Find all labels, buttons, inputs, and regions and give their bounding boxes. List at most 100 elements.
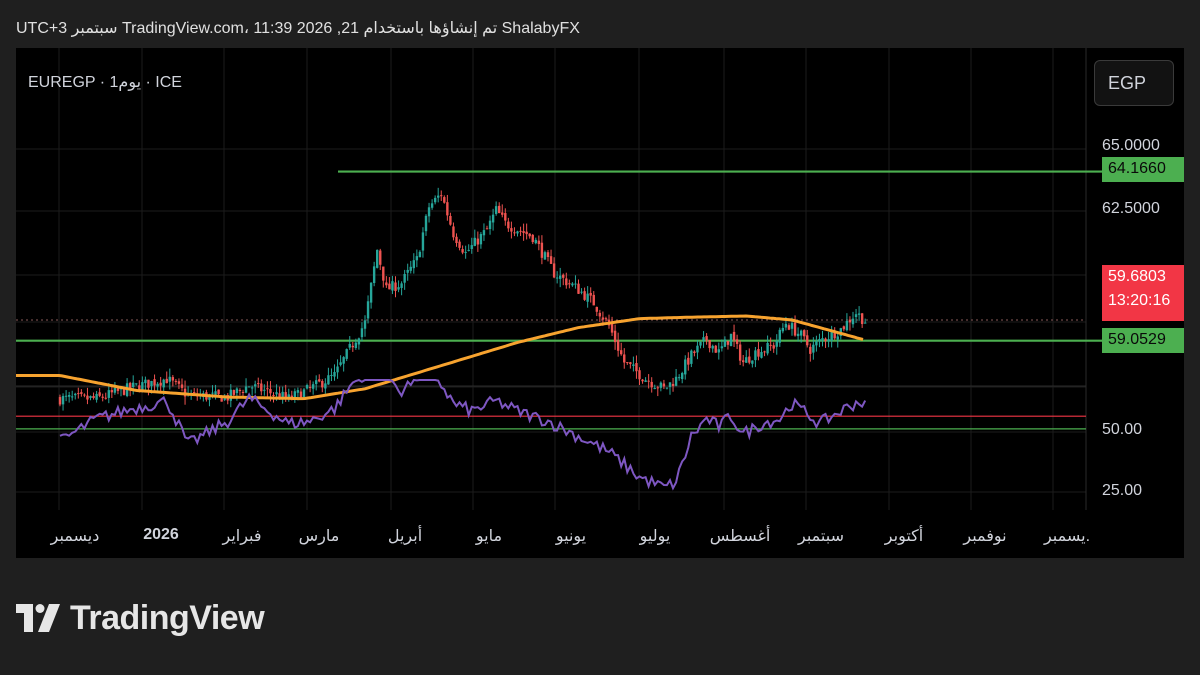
candle-up <box>717 349 720 353</box>
candle-down <box>671 383 675 387</box>
horizontal-levels <box>16 170 1102 342</box>
time-tick-september: سبتمبر <box>798 528 844 545</box>
candle-down <box>552 263 556 278</box>
candle-down <box>394 282 397 291</box>
current-price-tag: 59.6803 13:20:16 <box>1102 265 1184 321</box>
candle-down <box>793 322 797 336</box>
low-level-price-tag: 59.0529 <box>1102 328 1184 353</box>
candle-up <box>815 341 818 346</box>
candle-down <box>153 379 156 386</box>
candle-up <box>433 197 437 203</box>
candle-up <box>424 215 428 232</box>
candle-up <box>574 283 577 285</box>
candle-down <box>803 330 806 337</box>
candle-up <box>244 386 248 393</box>
candle-down <box>842 326 846 330</box>
candle-down <box>546 252 550 258</box>
candle-down <box>272 394 275 396</box>
rsi-tick-50: 50.00 <box>1102 421 1143 438</box>
grid-lines <box>16 48 1087 510</box>
candle-up <box>781 327 785 332</box>
candle-up <box>684 359 687 375</box>
candle-up <box>95 393 98 400</box>
candle-up <box>403 274 406 283</box>
candle-up <box>345 349 348 359</box>
chart-panel[interactable]: EUREGP · 1يوم · ICE EGP 65.0000 62.5000 … <box>16 48 1184 558</box>
candle-down <box>769 344 772 346</box>
candle-up <box>369 282 373 303</box>
candle-down <box>601 317 605 320</box>
candle-up <box>229 389 232 401</box>
tradingview-logo[interactable]: TradingView <box>16 596 265 640</box>
candle-down <box>748 356 751 363</box>
rsi-indicator <box>16 378 1086 491</box>
candle-down <box>809 346 812 354</box>
candle-up <box>427 207 431 217</box>
candle-down <box>476 238 480 245</box>
candle-down <box>440 195 443 197</box>
candle-up <box>113 387 117 393</box>
candle-down <box>510 228 513 232</box>
time-tick-june: يونيو <box>555 528 587 545</box>
candle-up <box>162 379 165 388</box>
candle-up <box>330 374 333 376</box>
candle-up <box>467 249 470 251</box>
candle-down <box>763 351 766 353</box>
candle-up <box>61 396 65 405</box>
candle-down <box>257 383 260 385</box>
candle-down <box>501 212 504 215</box>
candle-down <box>742 360 745 363</box>
rsi-tick-25: 25.00 <box>1102 482 1143 499</box>
candle-down <box>449 215 452 225</box>
candle-down <box>159 382 162 386</box>
candle-down <box>589 292 592 296</box>
candle-down <box>86 395 89 400</box>
candle-up <box>302 389 306 398</box>
candle-up <box>702 337 705 342</box>
candle-up <box>263 389 266 391</box>
candle-up <box>397 287 400 290</box>
candle-up <box>851 318 855 325</box>
candle-down <box>458 241 461 248</box>
currency-button[interactable]: EGP <box>1094 60 1174 106</box>
candle-up <box>677 377 681 379</box>
candle-down <box>656 387 659 389</box>
candle-down <box>592 294 595 306</box>
candle-down <box>193 392 196 394</box>
candle-down <box>171 377 175 381</box>
candle-up <box>336 366 339 373</box>
candle-up <box>71 396 74 398</box>
price-tick-62-5: 62.5000 <box>1102 200 1160 217</box>
candle-down <box>98 392 101 396</box>
candle-up <box>354 342 358 348</box>
candle-down <box>455 236 458 243</box>
candle-up <box>790 323 794 329</box>
candle-up <box>293 391 297 398</box>
price-chart[interactable] <box>16 48 1184 558</box>
candle-up <box>491 214 495 223</box>
candle-up <box>580 291 583 293</box>
candle-up <box>415 256 419 261</box>
candle-down <box>284 392 287 398</box>
candle-up <box>305 385 309 389</box>
candle-up <box>559 275 562 279</box>
candle-down <box>507 221 510 229</box>
candle-down <box>623 354 626 363</box>
chart-caption: ShalabyFX تم إنشاؤها باستخدام TradingVie… <box>16 20 580 37</box>
symbol-info[interactable]: EUREGP · 1يوم · ICE <box>28 72 182 92</box>
candle-down <box>238 390 242 392</box>
candle-up <box>632 364 635 366</box>
time-tick-november: نوفمبر <box>963 528 1007 545</box>
candle-up <box>696 345 699 353</box>
candle-down <box>174 380 178 382</box>
candle-down <box>583 291 586 300</box>
candle-down <box>83 394 86 396</box>
candle-down <box>726 340 730 345</box>
candle-down <box>565 278 568 286</box>
candle-down <box>620 350 623 355</box>
candle-down <box>629 362 632 365</box>
candle-up <box>247 386 251 388</box>
candle-up <box>479 234 483 245</box>
candle-up <box>348 343 351 348</box>
candle-down <box>522 231 525 233</box>
